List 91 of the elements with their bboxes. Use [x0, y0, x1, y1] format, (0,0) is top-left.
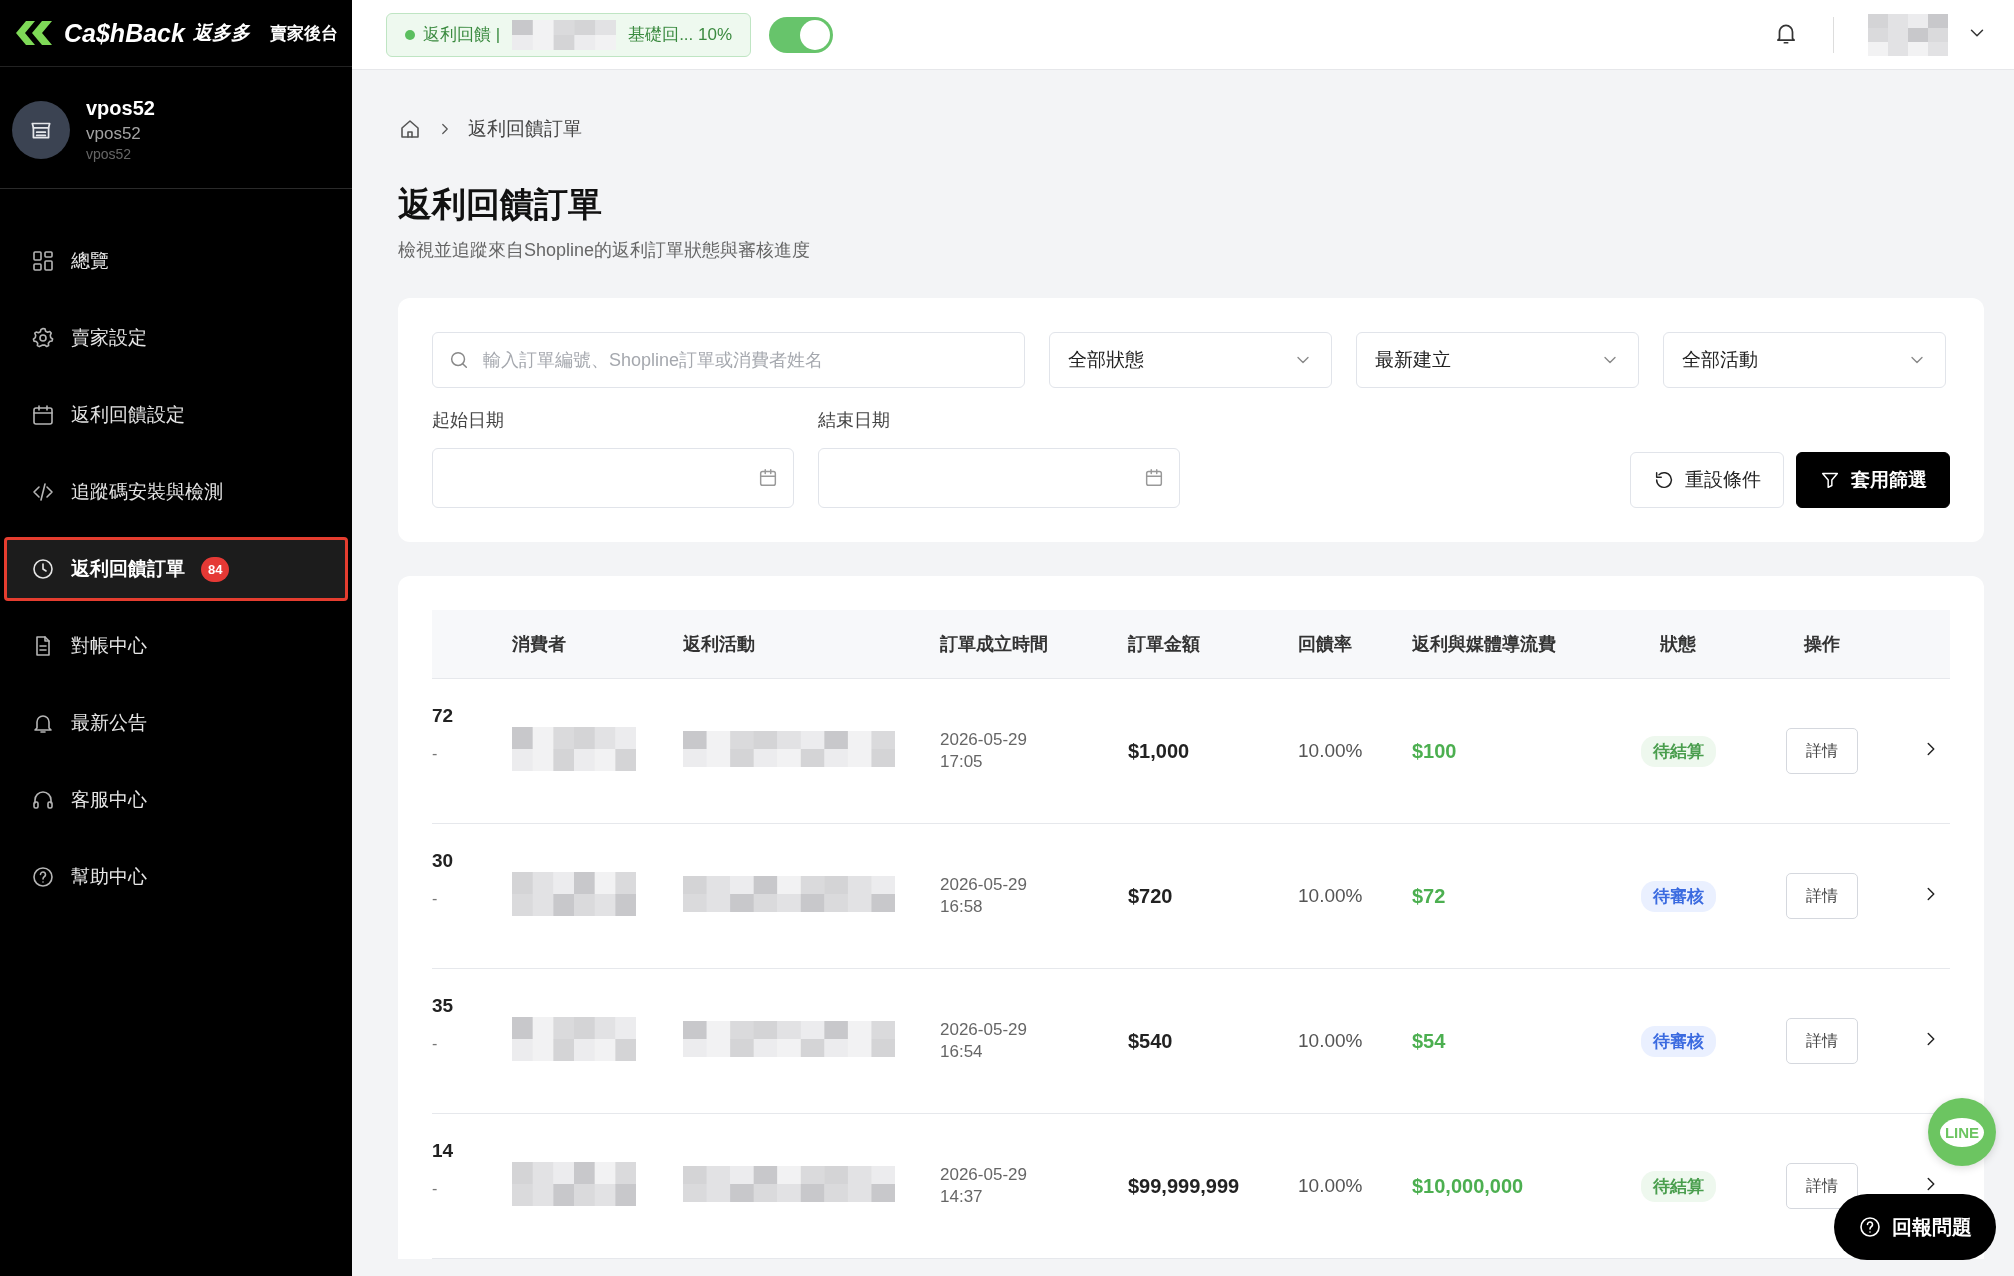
- order-date: 2026-05-29: [940, 730, 1028, 750]
- rebate-rate: 10.00%: [1298, 1030, 1364, 1052]
- reset-icon: [1653, 469, 1675, 491]
- profile-name: vpos52: [86, 97, 155, 120]
- headset-icon: [31, 788, 55, 812]
- page-subtitle: 檢視並追蹤來自Shopline的返利訂單狀態與審核進度: [398, 239, 812, 262]
- dropdown[interactable]: 全部狀態: [1049, 332, 1332, 388]
- rebate-fee: $72: [1412, 884, 1447, 908]
- order-date: 2026-05-29: [940, 875, 1028, 895]
- column-header: 返利與媒體導流費: [1412, 633, 1557, 656]
- report-issue-button[interactable]: 回報問題: [1834, 1194, 1996, 1260]
- sidebar-item[interactable]: 返利回饋設定: [4, 383, 348, 447]
- home-icon: [398, 117, 422, 141]
- search-field[interactable]: 輸入訂單編號、Shopline訂單或消費者姓名: [432, 332, 1025, 388]
- order-date: 2026-05-29: [940, 1165, 1028, 1185]
- brand-name-cjk: 返多多: [192, 21, 250, 45]
- date-field[interactable]: [818, 448, 1180, 508]
- settings-icon: [31, 326, 55, 350]
- order-amount: $540: [1128, 1029, 1174, 1053]
- sidebar-item[interactable]: 總覽: [4, 229, 348, 293]
- apply-filter-button[interactable]: 套用篩選: [1796, 452, 1950, 508]
- campaign-label: 返利回饋 |: [423, 24, 501, 46]
- status-tag: 待審核: [1640, 880, 1716, 912]
- campaign-rate: 基礎回... 10%: [628, 24, 733, 46]
- order-time: 16:58: [940, 897, 984, 917]
- order-amount: $720: [1128, 884, 1174, 908]
- calendar-icon: [1143, 467, 1165, 489]
- order-number: 72: [432, 705, 455, 727]
- table-cell-text: -: [432, 1035, 439, 1053]
- profile-account: vpos52: [86, 124, 142, 144]
- dropdown[interactable]: 最新建立: [1356, 332, 1639, 388]
- details-button[interactable]: 詳情: [1786, 1163, 1858, 1209]
- column-header: 回饋率: [1298, 633, 1353, 656]
- toggle-switch[interactable]: [769, 16, 834, 53]
- order-number: 35: [432, 995, 455, 1017]
- order-time: 16:54: [940, 1042, 984, 1062]
- calendar-icon: [757, 467, 779, 489]
- column-header: 狀態: [1659, 633, 1697, 656]
- calendar-icon: [31, 403, 55, 427]
- dropdown[interactable]: 全部活動: [1663, 332, 1946, 388]
- profile-id: vpos52: [86, 146, 133, 162]
- reset-button[interactable]: 重設條件: [1630, 452, 1784, 508]
- details-button[interactable]: 詳情: [1786, 1018, 1858, 1064]
- column-header: 訂單金額: [1128, 633, 1201, 656]
- order-time: 14:37: [940, 1187, 984, 1207]
- order-amount: $1,000: [1128, 739, 1191, 763]
- status-tag: 待結算: [1640, 735, 1716, 767]
- table-cell-text: -: [432, 745, 439, 763]
- page-title: 返利回饋訂單: [398, 184, 603, 225]
- status-tag: 待結算: [1640, 1170, 1716, 1202]
- table-cell-text: -: [432, 1180, 439, 1198]
- order-amount: $99,999,999: [1128, 1174, 1241, 1198]
- dashboard-icon: [31, 249, 55, 273]
- details-button[interactable]: 詳情: [1786, 728, 1858, 774]
- rebate-rate: 10.00%: [1298, 1175, 1364, 1197]
- column-header: 消費者: [512, 633, 567, 656]
- field-label: 結束日期: [818, 409, 891, 432]
- status-dot: [405, 29, 415, 40]
- rebate-rate: 10.00%: [1298, 740, 1364, 762]
- rebate-fee: $54: [1412, 1029, 1447, 1053]
- rebate-rate: 10.00%: [1298, 885, 1364, 907]
- rebate-fee: $10,000,000: [1412, 1174, 1525, 1198]
- code-icon: [31, 480, 55, 504]
- field-label: 起始日期: [432, 409, 505, 432]
- breadcrumb-current: 返利回饋訂單: [468, 117, 582, 141]
- search-icon: [448, 349, 470, 371]
- clock-icon: [31, 557, 55, 581]
- sidebar-item[interactable]: 客服中心: [4, 768, 348, 832]
- help-icon: [1858, 1215, 1882, 1239]
- rebate-fee: $100: [1412, 739, 1458, 763]
- sidebar-item[interactable]: 最新公告: [4, 691, 348, 755]
- date-field[interactable]: [432, 448, 794, 508]
- sidebar-item[interactable]: 幫助中心: [4, 845, 348, 909]
- details-button[interactable]: 詳情: [1786, 873, 1858, 919]
- order-number: 30: [432, 850, 455, 872]
- order-date: 2026-05-29: [940, 1020, 1028, 1040]
- count-badge: 84: [201, 556, 230, 582]
- brand-name: Ca$hBack: [64, 18, 185, 48]
- order-number: 14: [432, 1140, 455, 1162]
- brand-subtitle: 賣家後台: [269, 22, 338, 45]
- column-header: 返利活動: [683, 633, 756, 656]
- order-time: 17:05: [940, 752, 984, 772]
- sidebar-item[interactable]: 賣家設定: [4, 306, 348, 370]
- help-icon: [31, 865, 55, 889]
- sidebar-item[interactable]: 對帳中心: [4, 614, 348, 678]
- sidebar-item[interactable]: 追蹤碼安裝與檢測: [4, 460, 348, 524]
- table-cell-text: -: [432, 890, 439, 908]
- sidebar-item[interactable]: 返利回饋訂單 84: [4, 537, 348, 601]
- column-header: 訂單成立時間: [940, 633, 1049, 656]
- status-tag: 待審核: [1640, 1025, 1716, 1057]
- column-header: 操作: [1803, 633, 1841, 656]
